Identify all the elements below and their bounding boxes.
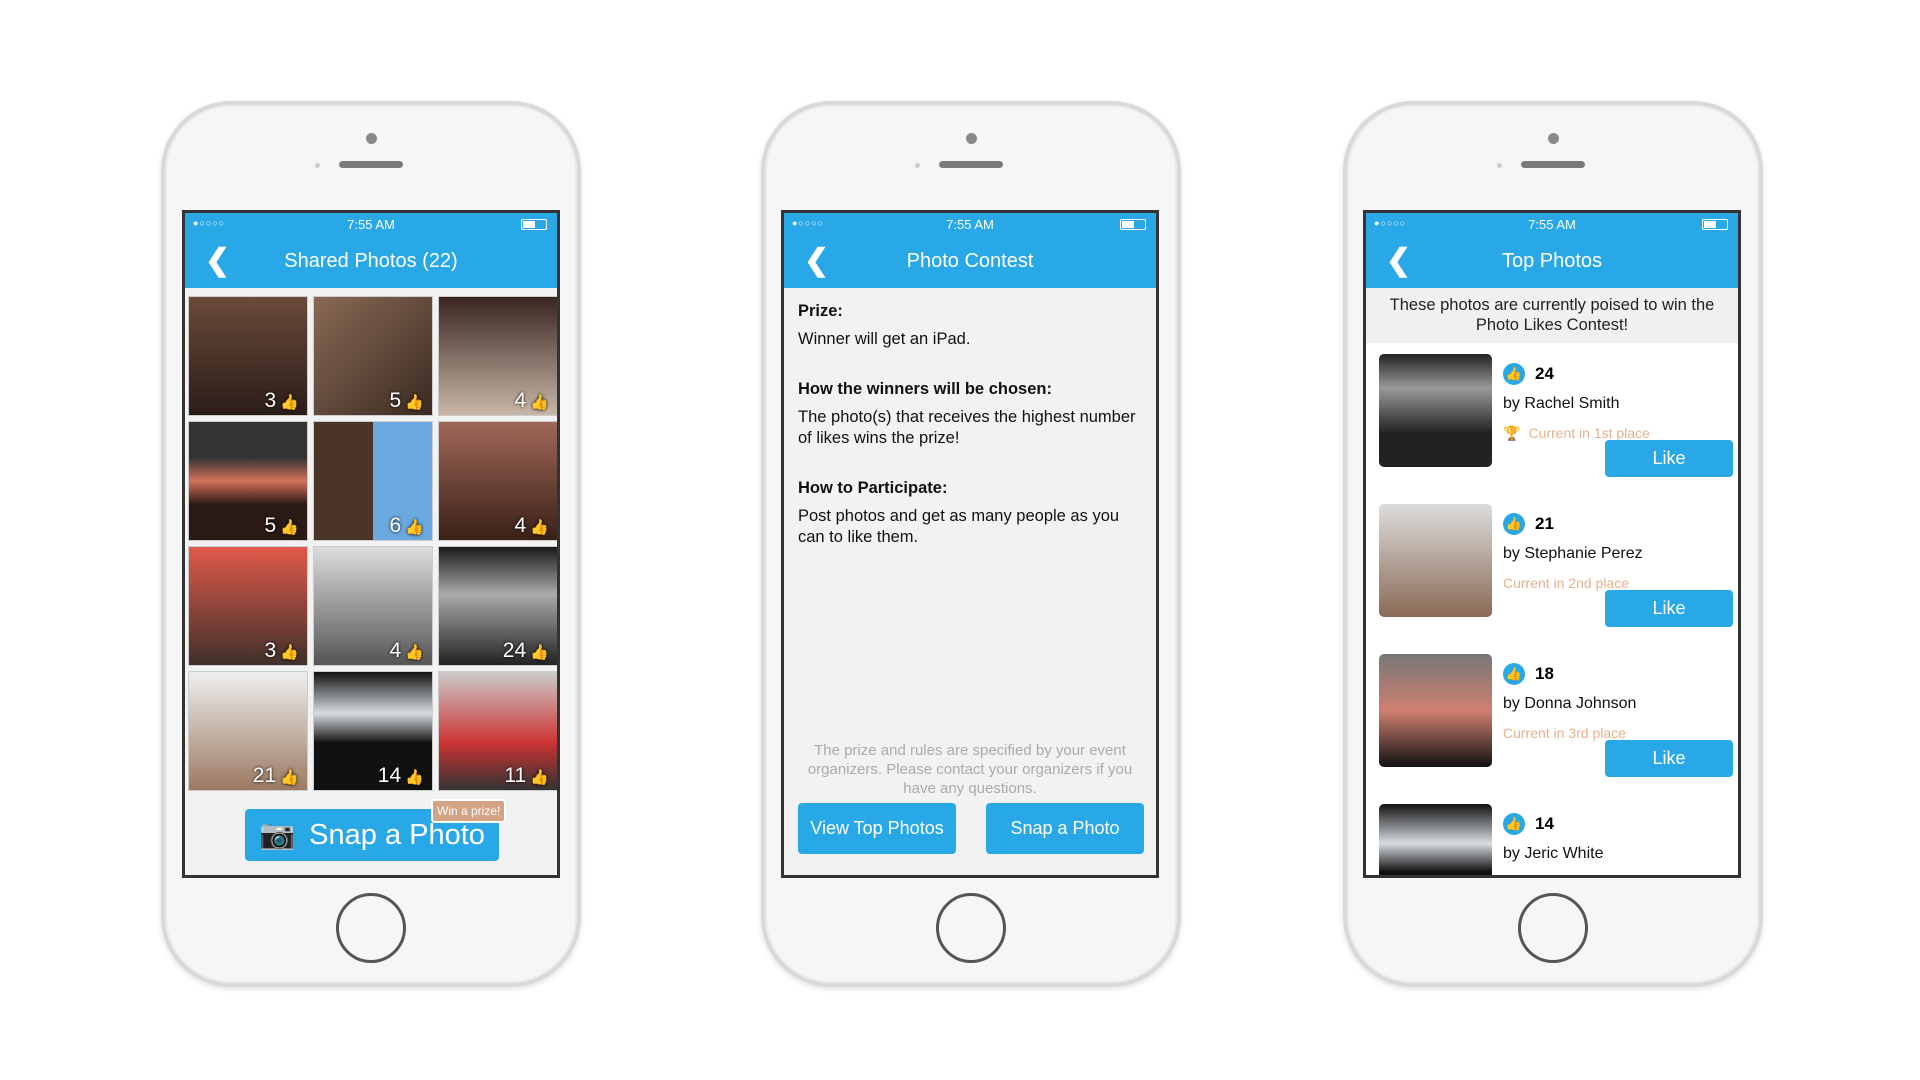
thumbs-up-icon: 👍: [401, 519, 424, 536]
photo-tile[interactable]: 14 👍: [313, 671, 433, 791]
author: by Rachel Smith: [1503, 395, 1620, 412]
like-count: 4 👍: [514, 514, 549, 537]
photo-thumbnail[interactable]: [1379, 504, 1492, 617]
thumbs-up-icon: 👍: [526, 644, 549, 661]
clock: 7:55 AM: [1528, 217, 1576, 232]
author: by Jeric White: [1503, 845, 1604, 862]
photo-tile[interactable]: 11 👍: [438, 671, 557, 791]
like-count: 11 👍: [504, 764, 549, 787]
battery-icon: [1120, 219, 1146, 230]
like-count: 6 👍: [389, 514, 424, 537]
like-count: 5 👍: [264, 514, 299, 537]
page-title: Shared Photos (22): [284, 250, 458, 272]
like-button[interactable]: Like: [1605, 740, 1733, 777]
photo-tile[interactable]: 21 👍: [188, 671, 308, 791]
photo-tile[interactable]: 4 👍: [438, 296, 557, 416]
like-count: 21 👍: [252, 764, 299, 787]
place-label: Current in 3rd place: [1503, 725, 1626, 741]
clock: 7:55 AM: [347, 217, 395, 232]
like-button[interactable]: Like: [1605, 440, 1733, 477]
nav-bar: ❮ Top Photos: [1366, 235, 1738, 288]
like-count: 24: [1535, 364, 1554, 383]
win-prize-badge: Win a prize!: [431, 799, 507, 823]
home-button[interactable]: [1518, 893, 1588, 963]
photo-thumbnail[interactable]: [1379, 354, 1492, 467]
page-title: Photo Contest: [906, 250, 1034, 272]
like-count: 14: [1535, 814, 1554, 833]
photo-tile[interactable]: 24 👍: [438, 546, 557, 666]
organizer-note: The prize and rules are specified by you…: [807, 742, 1133, 797]
snap-label: Snap a Photo: [309, 818, 485, 851]
status-bar: ●○○○○ 7:55 AM: [784, 213, 1156, 235]
like-count: 4 👍: [514, 389, 549, 412]
thumbs-up-icon: 👍: [276, 519, 299, 536]
thumbs-up-icon: 👍: [526, 519, 549, 536]
home-button[interactable]: [336, 893, 406, 963]
thumbs-up-icon: 👍: [276, 644, 299, 661]
thumbs-up-icon: 👍: [1503, 663, 1525, 685]
thumbs-up-icon: 👍: [526, 769, 549, 786]
thumbs-up-icon: 👍: [1503, 813, 1525, 835]
top-photo-item: 👍 18 by Donna Johnson Current in 3rd place L…: [1366, 643, 1738, 793]
thumbs-up-icon: 👍: [276, 394, 299, 411]
like-count: 3 👍: [264, 639, 299, 662]
top-photos-screen: ●○○○○ 7:55 AM ❮ Top Photos These photos ar…: [1363, 210, 1741, 878]
battery-icon: [1702, 219, 1728, 230]
shared-photos-screen: ●○○○○ 7:55 AM ❮ Shared Photos (22) 3 👍 5 👍 4…: [182, 210, 560, 878]
trophy-icon: 🏆: [1503, 425, 1521, 441]
how-text: The photo(s) that receives the highest n…: [798, 408, 1136, 447]
photo-tile[interactable]: 6 👍: [313, 421, 433, 541]
like-count: 18: [1535, 664, 1554, 683]
thumbs-up-icon: 👍: [1503, 363, 1525, 385]
top-photo-item: 👍 14 by Jeric White Current in 4th place: [1366, 793, 1738, 878]
thumbs-up-icon: 👍: [401, 394, 424, 411]
home-button[interactable]: [936, 893, 1006, 963]
like-count: 4 👍: [389, 639, 424, 662]
photo-tile[interactable]: 4 👍: [438, 421, 557, 541]
prize-text: Winner will get an iPad.: [798, 330, 971, 348]
participate-heading: How to Participate:: [798, 479, 948, 497]
top-photo-item: 👍 21 by Stephanie Perez Current in 2nd plac…: [1366, 493, 1738, 643]
prize-heading: Prize:: [798, 302, 843, 320]
like-count: 5 👍: [389, 389, 424, 412]
thumbs-up-icon: 👍: [1503, 513, 1525, 535]
battery-icon: [521, 219, 547, 230]
view-top-photos-button[interactable]: View Top Photos: [798, 803, 956, 854]
like-count: 24 👍: [502, 639, 549, 662]
like-count: 14 👍: [377, 764, 424, 787]
status-bar: ●○○○○ 7:55 AM: [1366, 213, 1738, 235]
status-bar: ●○○○○ 7:55 AM: [185, 213, 557, 235]
top-photo-item: 👍 24 by Rachel Smith 🏆 Current in 1st place L…: [1366, 343, 1738, 493]
photo-thumbnail[interactable]: [1379, 654, 1492, 767]
thumbs-up-icon: 👍: [401, 769, 424, 786]
photo-tile[interactable]: 5 👍: [188, 421, 308, 541]
place-label: Current in 4th place: [1503, 875, 1625, 878]
like-count: 3 👍: [264, 389, 299, 412]
clock: 7:55 AM: [946, 217, 994, 232]
author: by Stephanie Perez: [1503, 545, 1643, 562]
thumbs-up-icon: 👍: [276, 769, 299, 786]
photo-thumbnail[interactable]: [1379, 804, 1492, 875]
subtitle: These photos are currently poised to win…: [1366, 288, 1738, 343]
page-title: Top Photos: [1501, 250, 1603, 272]
thumbs-up-icon: 👍: [526, 394, 549, 411]
like-count: 21: [1535, 514, 1554, 533]
nav-bar: ❮ Photo Contest: [784, 235, 1156, 288]
photo-tile[interactable]: 5 👍: [313, 296, 433, 416]
author: by Donna Johnson: [1503, 695, 1637, 712]
nav-bar: ❮ Shared Photos (22): [185, 235, 557, 288]
photo-tile[interactable]: 3 👍: [188, 296, 308, 416]
like-button[interactable]: Like: [1605, 590, 1733, 627]
thumbs-up-icon: 👍: [401, 644, 424, 661]
photo-tile[interactable]: 4 👍: [313, 546, 433, 666]
photo-contest-screen: ●○○○○ 7:55 AM ❮ Photo Contest Prize: Winner…: [781, 210, 1159, 878]
place-label: Current in 2nd place: [1503, 575, 1630, 591]
snap-photo-button[interactable]: Snap a Photo: [986, 803, 1144, 854]
top-photos-list: 👍 24 by Rachel Smith 🏆 Current in 1st place L…: [1366, 343, 1738, 875]
participate-text: Post photos and get as many people as yo…: [798, 507, 1120, 546]
how-heading: How the winners will be chosen:: [798, 380, 1052, 398]
photo-tile[interactable]: 3 👍: [188, 546, 308, 666]
camera-icon: 📷: [259, 819, 296, 851]
